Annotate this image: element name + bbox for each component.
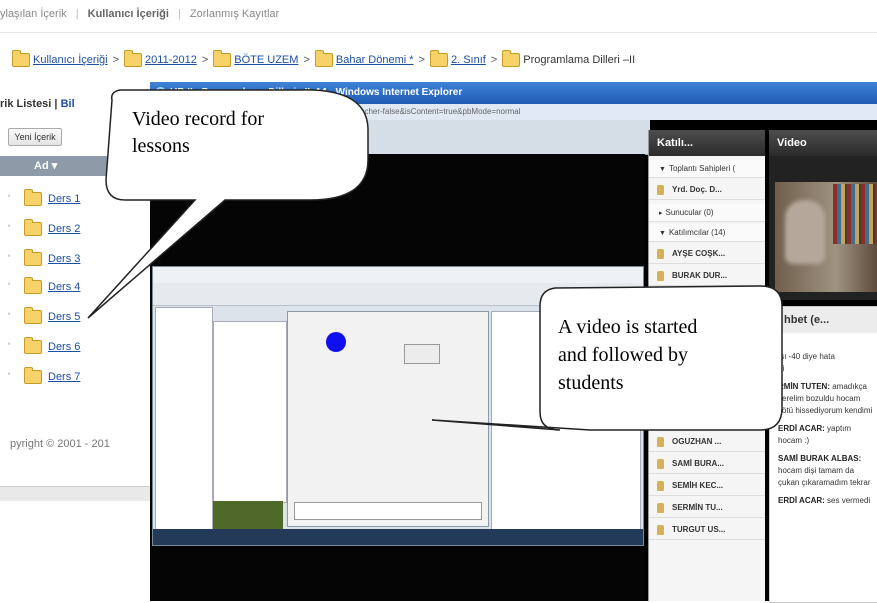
callout-left-line2: lessons	[132, 135, 190, 157]
callout-overlay: Video record for lessons A video is star…	[87, 89, 783, 431]
callout-left-line1: Video record for	[132, 108, 264, 130]
callout-right-line2: and followed by	[558, 344, 688, 366]
callout-right-line3: students	[558, 372, 624, 394]
callout-right-line1: A video is started	[558, 316, 697, 338]
